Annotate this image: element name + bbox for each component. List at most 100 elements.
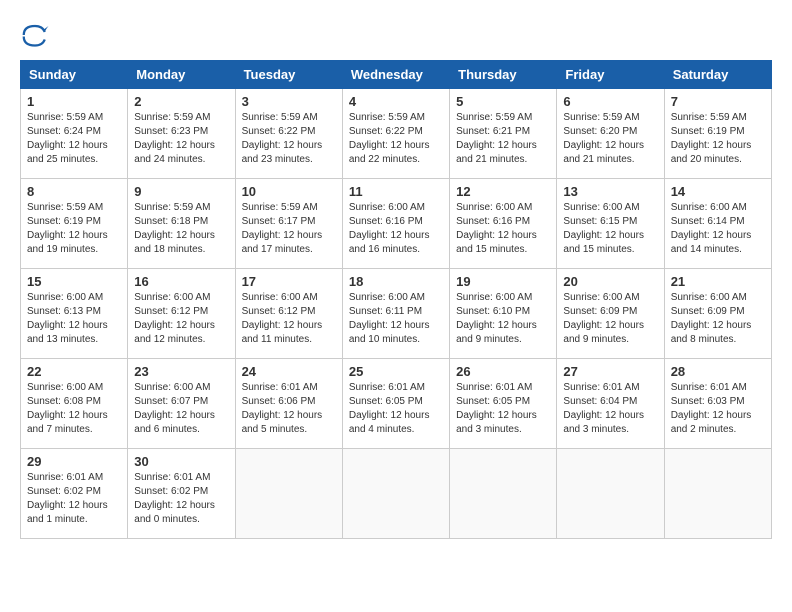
day-number: 22 — [27, 364, 121, 379]
weekday-header-cell: Thursday — [450, 61, 557, 89]
calendar-day-cell — [342, 449, 449, 539]
calendar-day-cell — [664, 449, 771, 539]
weekday-header-cell: Saturday — [664, 61, 771, 89]
day-number: 20 — [563, 274, 657, 289]
calendar-day-cell — [235, 449, 342, 539]
day-info: Sunrise: 6:00 AM Sunset: 6:15 PM Dayligh… — [563, 201, 657, 257]
calendar-day-cell: 21 Sunrise: 6:00 AM Sunset: 6:09 PM Dayl… — [664, 269, 771, 359]
day-number: 4 — [349, 94, 443, 109]
calendar-day-cell: 20 Sunrise: 6:00 AM Sunset: 6:09 PM Dayl… — [557, 269, 664, 359]
day-number: 15 — [27, 274, 121, 289]
day-info: Sunrise: 6:00 AM Sunset: 6:08 PM Dayligh… — [27, 381, 121, 437]
day-info: Sunrise: 6:01 AM Sunset: 6:03 PM Dayligh… — [671, 381, 765, 437]
day-number: 13 — [563, 184, 657, 199]
logo-icon — [20, 20, 50, 50]
day-number: 2 — [134, 94, 228, 109]
calendar-day-cell: 12 Sunrise: 6:00 AM Sunset: 6:16 PM Dayl… — [450, 179, 557, 269]
calendar-table: SundayMondayTuesdayWednesdayThursdayFrid… — [20, 60, 772, 539]
calendar-week-row: 22 Sunrise: 6:00 AM Sunset: 6:08 PM Dayl… — [21, 359, 772, 449]
calendar-day-cell: 14 Sunrise: 6:00 AM Sunset: 6:14 PM Dayl… — [664, 179, 771, 269]
day-info: Sunrise: 5:59 AM Sunset: 6:24 PM Dayligh… — [27, 111, 121, 167]
calendar-day-cell: 18 Sunrise: 6:00 AM Sunset: 6:11 PM Dayl… — [342, 269, 449, 359]
day-info: Sunrise: 5:59 AM Sunset: 6:22 PM Dayligh… — [242, 111, 336, 167]
day-info: Sunrise: 6:01 AM Sunset: 6:05 PM Dayligh… — [456, 381, 550, 437]
calendar-day-cell: 8 Sunrise: 5:59 AM Sunset: 6:19 PM Dayli… — [21, 179, 128, 269]
calendar-day-cell: 9 Sunrise: 5:59 AM Sunset: 6:18 PM Dayli… — [128, 179, 235, 269]
calendar-week-row: 8 Sunrise: 5:59 AM Sunset: 6:19 PM Dayli… — [21, 179, 772, 269]
calendar-day-cell: 28 Sunrise: 6:01 AM Sunset: 6:03 PM Dayl… — [664, 359, 771, 449]
calendar-day-cell: 6 Sunrise: 5:59 AM Sunset: 6:20 PM Dayli… — [557, 89, 664, 179]
day-number: 25 — [349, 364, 443, 379]
day-number: 27 — [563, 364, 657, 379]
calendar-day-cell: 24 Sunrise: 6:01 AM Sunset: 6:06 PM Dayl… — [235, 359, 342, 449]
calendar-day-cell: 15 Sunrise: 6:00 AM Sunset: 6:13 PM Dayl… — [21, 269, 128, 359]
day-info: Sunrise: 6:00 AM Sunset: 6:16 PM Dayligh… — [456, 201, 550, 257]
day-number: 29 — [27, 454, 121, 469]
weekday-header-cell: Tuesday — [235, 61, 342, 89]
day-info: Sunrise: 5:59 AM Sunset: 6:21 PM Dayligh… — [456, 111, 550, 167]
calendar-day-cell: 16 Sunrise: 6:00 AM Sunset: 6:12 PM Dayl… — [128, 269, 235, 359]
weekday-header-cell: Wednesday — [342, 61, 449, 89]
day-info: Sunrise: 5:59 AM Sunset: 6:22 PM Dayligh… — [349, 111, 443, 167]
day-number: 21 — [671, 274, 765, 289]
day-info: Sunrise: 5:59 AM Sunset: 6:19 PM Dayligh… — [27, 201, 121, 257]
day-info: Sunrise: 6:01 AM Sunset: 6:02 PM Dayligh… — [134, 471, 228, 527]
day-number: 24 — [242, 364, 336, 379]
day-info: Sunrise: 6:00 AM Sunset: 6:12 PM Dayligh… — [242, 291, 336, 347]
day-number: 9 — [134, 184, 228, 199]
day-number: 26 — [456, 364, 550, 379]
day-number: 7 — [671, 94, 765, 109]
calendar-day-cell: 19 Sunrise: 6:00 AM Sunset: 6:10 PM Dayl… — [450, 269, 557, 359]
logo — [20, 20, 54, 50]
weekday-header-cell: Sunday — [21, 61, 128, 89]
day-number: 1 — [27, 94, 121, 109]
day-info: Sunrise: 6:01 AM Sunset: 6:05 PM Dayligh… — [349, 381, 443, 437]
calendar-day-cell: 29 Sunrise: 6:01 AM Sunset: 6:02 PM Dayl… — [21, 449, 128, 539]
calendar-day-cell: 5 Sunrise: 5:59 AM Sunset: 6:21 PM Dayli… — [450, 89, 557, 179]
calendar-day-cell: 27 Sunrise: 6:01 AM Sunset: 6:04 PM Dayl… — [557, 359, 664, 449]
weekday-header-row: SundayMondayTuesdayWednesdayThursdayFrid… — [21, 61, 772, 89]
day-info: Sunrise: 6:00 AM Sunset: 6:16 PM Dayligh… — [349, 201, 443, 257]
day-info: Sunrise: 6:00 AM Sunset: 6:13 PM Dayligh… — [27, 291, 121, 347]
day-info: Sunrise: 6:00 AM Sunset: 6:09 PM Dayligh… — [671, 291, 765, 347]
calendar-day-cell: 25 Sunrise: 6:01 AM Sunset: 6:05 PM Dayl… — [342, 359, 449, 449]
day-info: Sunrise: 5:59 AM Sunset: 6:20 PM Dayligh… — [563, 111, 657, 167]
day-number: 3 — [242, 94, 336, 109]
day-info: Sunrise: 6:01 AM Sunset: 6:04 PM Dayligh… — [563, 381, 657, 437]
day-info: Sunrise: 5:59 AM Sunset: 6:18 PM Dayligh… — [134, 201, 228, 257]
calendar-day-cell: 4 Sunrise: 5:59 AM Sunset: 6:22 PM Dayli… — [342, 89, 449, 179]
calendar-day-cell — [557, 449, 664, 539]
calendar-day-cell — [450, 449, 557, 539]
calendar-day-cell: 22 Sunrise: 6:00 AM Sunset: 6:08 PM Dayl… — [21, 359, 128, 449]
calendar-day-cell: 2 Sunrise: 5:59 AM Sunset: 6:23 PM Dayli… — [128, 89, 235, 179]
calendar-day-cell: 13 Sunrise: 6:00 AM Sunset: 6:15 PM Dayl… — [557, 179, 664, 269]
calendar-body: 1 Sunrise: 5:59 AM Sunset: 6:24 PM Dayli… — [21, 89, 772, 539]
day-info: Sunrise: 6:01 AM Sunset: 6:06 PM Dayligh… — [242, 381, 336, 437]
calendar-day-cell: 10 Sunrise: 5:59 AM Sunset: 6:17 PM Dayl… — [235, 179, 342, 269]
day-info: Sunrise: 6:00 AM Sunset: 6:10 PM Dayligh… — [456, 291, 550, 347]
day-info: Sunrise: 5:59 AM Sunset: 6:17 PM Dayligh… — [242, 201, 336, 257]
calendar-day-cell: 17 Sunrise: 6:00 AM Sunset: 6:12 PM Dayl… — [235, 269, 342, 359]
day-number: 11 — [349, 184, 443, 199]
day-number: 18 — [349, 274, 443, 289]
day-number: 8 — [27, 184, 121, 199]
calendar-week-row: 29 Sunrise: 6:01 AM Sunset: 6:02 PM Dayl… — [21, 449, 772, 539]
day-number: 6 — [563, 94, 657, 109]
day-number: 23 — [134, 364, 228, 379]
day-info: Sunrise: 6:00 AM Sunset: 6:07 PM Dayligh… — [134, 381, 228, 437]
day-info: Sunrise: 6:00 AM Sunset: 6:11 PM Dayligh… — [349, 291, 443, 347]
day-info: Sunrise: 5:59 AM Sunset: 6:19 PM Dayligh… — [671, 111, 765, 167]
day-number: 19 — [456, 274, 550, 289]
weekday-header-cell: Monday — [128, 61, 235, 89]
calendar-week-row: 1 Sunrise: 5:59 AM Sunset: 6:24 PM Dayli… — [21, 89, 772, 179]
weekday-header-cell: Friday — [557, 61, 664, 89]
calendar-week-row: 15 Sunrise: 6:00 AM Sunset: 6:13 PM Dayl… — [21, 269, 772, 359]
day-number: 12 — [456, 184, 550, 199]
day-number: 17 — [242, 274, 336, 289]
page-header — [20, 20, 772, 50]
day-info: Sunrise: 6:00 AM Sunset: 6:12 PM Dayligh… — [134, 291, 228, 347]
day-info: Sunrise: 6:00 AM Sunset: 6:14 PM Dayligh… — [671, 201, 765, 257]
day-number: 10 — [242, 184, 336, 199]
day-info: Sunrise: 5:59 AM Sunset: 6:23 PM Dayligh… — [134, 111, 228, 167]
day-info: Sunrise: 6:00 AM Sunset: 6:09 PM Dayligh… — [563, 291, 657, 347]
